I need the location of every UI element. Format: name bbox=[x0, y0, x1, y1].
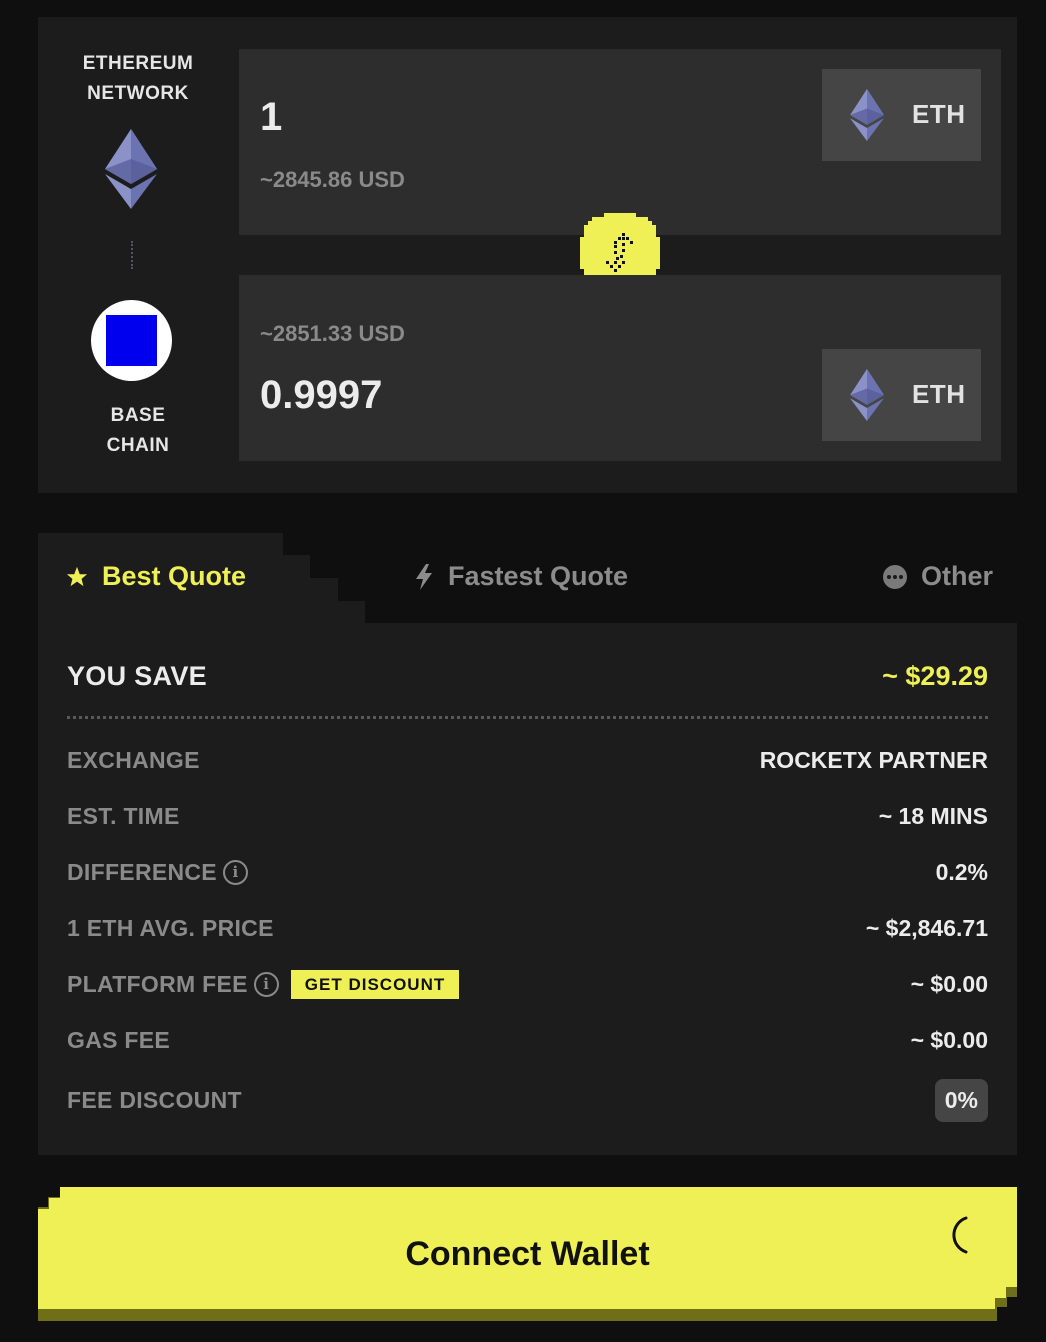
info-icon[interactable]: i bbox=[222, 859, 248, 885]
platform-fee-label: PLATFORM FEE bbox=[67, 970, 248, 997]
tab-best-quote[interactable]: Best Quote bbox=[66, 561, 246, 592]
to-token-box: ~2851.33 USD 0.9997 ETH bbox=[239, 275, 1001, 461]
tab-other-label: Other bbox=[920, 561, 993, 591]
destination-chain-label: BASE CHAIN bbox=[38, 401, 238, 461]
detail-row-est-time: EST. TIME ~ 18 MINS bbox=[67, 796, 988, 836]
est-time-label: EST. TIME bbox=[67, 802, 180, 829]
connect-wallet-label: Connect Wallet bbox=[405, 1235, 650, 1273]
to-usd-value: ~2851.33 USD bbox=[260, 321, 405, 346]
loading-spinner-icon bbox=[952, 1216, 968, 1254]
platform-fee-value: ~ $0.00 bbox=[910, 970, 988, 997]
base-icon bbox=[91, 300, 172, 381]
gas-fee-label: GAS FEE bbox=[67, 1026, 171, 1053]
tab-best-quote-label: Best Quote bbox=[102, 561, 247, 591]
detail-row-platform-fee: PLATFORM FEE i GET DISCOUNT ~ $0.00 bbox=[67, 964, 988, 1004]
swap-panel: ETHEREUM NETWORK BASE CHAIN 1 ~2845.86 U… bbox=[38, 17, 1017, 493]
source-chain-name-line1: ETHEREUM bbox=[82, 53, 194, 74]
get-discount-button[interactable]: GET DISCOUNT bbox=[290, 969, 460, 999]
exchange-label: EXCHANGE bbox=[67, 746, 200, 773]
swap-arrows-icon bbox=[606, 233, 633, 272]
destination-chain-name-line1: BASE bbox=[110, 405, 166, 426]
detail-row-difference: DIFFERENCE i 0.2% bbox=[67, 852, 988, 892]
from-usd-value: ~2845.86 USD bbox=[260, 167, 405, 192]
tab-other[interactable]: Other bbox=[882, 561, 993, 592]
destination-chain-name-line2: CHAIN bbox=[106, 435, 170, 456]
bridge-page: ETHEREUM NETWORK BASE CHAIN 1 ~2845.86 U… bbox=[0, 0, 1046, 1342]
connect-wallet-area: Connect Wallet bbox=[38, 1187, 1017, 1321]
savings-label: YOU SAVE bbox=[67, 660, 207, 691]
star-icon bbox=[66, 566, 88, 586]
info-icon[interactable]: i bbox=[253, 971, 279, 997]
eth-token-icon bbox=[850, 89, 884, 141]
tab-fastest-quote[interactable]: Fastest Quote bbox=[414, 561, 628, 592]
detail-row-avg-price: 1 ETH AVG. PRICE ~ $2,846.71 bbox=[67, 908, 988, 948]
connect-wallet-button[interactable]: Connect Wallet bbox=[38, 1187, 1017, 1309]
quote-details: YOU SAVE ~ $29.29 EXCHANGE ROCKETX PARTN… bbox=[38, 623, 1017, 1155]
quote-tabs: Best Quote Fastest Quote Other bbox=[38, 533, 1017, 623]
savings-row: YOU SAVE ~ $29.29 bbox=[67, 659, 988, 693]
gas-fee-value: ~ $0.00 bbox=[910, 1026, 988, 1053]
est-time-value: ~ 18 MINS bbox=[878, 802, 988, 829]
lightning-icon bbox=[416, 563, 432, 590]
from-token-selector[interactable]: ETH bbox=[822, 69, 981, 161]
savings-value: ~ $29.29 bbox=[882, 660, 988, 691]
dotted-divider bbox=[67, 716, 988, 719]
chain-route: ETHEREUM NETWORK BASE CHAIN bbox=[38, 17, 238, 493]
fee-discount-badge: 0% bbox=[934, 1078, 988, 1122]
avg-price-label: 1 ETH AVG. PRICE bbox=[67, 914, 274, 941]
platform-fee-label-group: PLATFORM FEE i GET DISCOUNT bbox=[67, 969, 460, 999]
source-chain-name-line2: NETWORK bbox=[87, 83, 189, 104]
eth-token-icon bbox=[850, 369, 884, 421]
from-amount-input[interactable]: 1 bbox=[260, 95, 282, 140]
difference-label-group: DIFFERENCE i bbox=[67, 859, 248, 886]
exchange-value: ROCKETX PARTNER bbox=[759, 746, 988, 773]
avg-price-value: ~ $2,846.71 bbox=[865, 914, 988, 941]
tab-fastest-quote-label: Fastest Quote bbox=[448, 561, 629, 591]
more-dots-icon bbox=[882, 564, 907, 589]
to-amount-output: 0.9997 bbox=[260, 373, 383, 417]
detail-row-fee-discount: FEE DISCOUNT 0% bbox=[67, 1078, 988, 1122]
fee-discount-label: FEE DISCOUNT bbox=[67, 1086, 242, 1113]
from-token-box: 1 ~2845.86 USD ETH bbox=[239, 49, 1001, 235]
to-token-symbol: ETH bbox=[912, 379, 966, 409]
to-token-selector[interactable]: ETH bbox=[822, 349, 981, 441]
ethereum-icon bbox=[105, 129, 157, 209]
source-chain-label: ETHEREUM NETWORK bbox=[38, 49, 238, 109]
difference-label: DIFFERENCE bbox=[67, 858, 217, 885]
from-token-symbol: ETH bbox=[912, 99, 966, 129]
detail-row-exchange: EXCHANGE ROCKETX PARTNER bbox=[67, 740, 988, 780]
chain-connector-line bbox=[131, 241, 133, 269]
detail-row-gas-fee: GAS FEE ~ $0.00 bbox=[67, 1020, 988, 1060]
difference-value: 0.2% bbox=[935, 858, 988, 885]
